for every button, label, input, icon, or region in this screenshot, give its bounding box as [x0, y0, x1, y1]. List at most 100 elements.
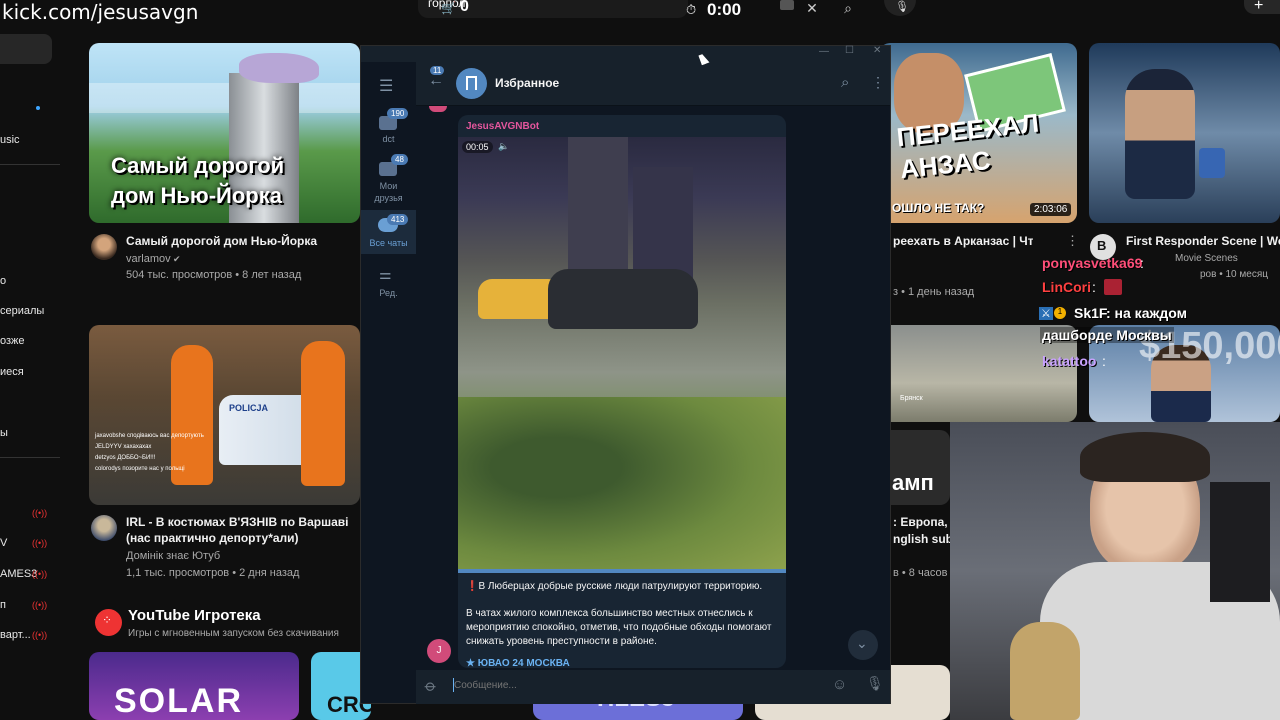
close-icon[interactable]: ✕ [800, 0, 824, 16]
video-title[interactable]: Самый дорогой дом Нью-Йорка [126, 233, 360, 249]
mic-button[interactable]: 🎙 [884, 0, 916, 16]
message-composer: ⌀ ☺ 🎙 [416, 670, 890, 704]
voice-mic-icon[interactable]: 🎙 [866, 675, 884, 692]
chat-header: ← 11 Избранное ⌕ ⋮ [416, 62, 890, 106]
unread-badge: 413 [387, 214, 409, 225]
sidebar-divider [0, 457, 60, 458]
thumbnail-chat-line: JELDYYV хахахахах [95, 444, 152, 450]
sidebar-channel-v[interactable]: V [0, 537, 7, 549]
video-meta: в • 8 часов [893, 567, 948, 579]
thumbnail-text: Самый дорогой дом Нью-Йорка [111, 153, 285, 208]
create-button[interactable]: + [1244, 0, 1280, 14]
mic-icon: 🎙 [895, 1, 909, 13]
channel-avatar[interactable] [91, 234, 117, 260]
mute-icon[interactable]: 🔈 [498, 141, 509, 152]
emoji-icon[interactable]: ☺ [832, 676, 847, 693]
chat-message: : [1102, 353, 1106, 369]
sidebar-selected[interactable] [0, 34, 52, 64]
chat-username: LinCori [1042, 279, 1091, 295]
minimize-icon[interactable]: — [819, 46, 829, 57]
live-icon: ((•)) [32, 600, 48, 610]
channel-avatar-letter: B [1097, 238, 1107, 253]
sidebar-item-later[interactable]: озже [0, 335, 25, 347]
video-duration: 2:03:06 [1030, 203, 1072, 216]
search-icon[interactable]: ⌕ [841, 74, 849, 91]
cart-icon: 🛒 [441, 1, 456, 15]
channel-name[interactable]: varlamov [126, 251, 171, 267]
back-unread-badge: 11 [430, 66, 445, 75]
video-title[interactable]: First Responder Scene | Wor [1126, 233, 1280, 249]
message-sender[interactable]: JesusAVGNBot [466, 121, 539, 132]
chat-username: ponyasvetka69 [1042, 255, 1143, 271]
stream-overlay-pill: горпол 🛒 0 [418, 0, 688, 18]
sidebar-item-liked[interactable]: иеся [0, 366, 24, 378]
unread-badge: 48 [391, 154, 408, 165]
channel-avatar[interactable] [91, 515, 117, 541]
sender-avatar [429, 106, 447, 112]
video-thumbnail[interactable]: ПЕРЕЕХАЛ АНЗАС ОШЛО НЕ ТАК? 2:03:06 [880, 43, 1077, 223]
stream-timer: 0:00 [707, 0, 742, 19]
message-bubble[interactable]: JesusAVGNBot 00:05 🔈 ❗️В Люберцах добрые… [458, 115, 786, 668]
video-progress[interactable] [458, 569, 786, 573]
menu-icon[interactable]: ☰ [379, 76, 393, 96]
sidebar-item-music[interactable]: usic [0, 134, 20, 146]
video-thumbnail[interactable]: POLICJA jaxavobshe сподіваюсь вас депорт… [89, 325, 360, 505]
window-titlebar[interactable]: — ☐ ✕ [361, 45, 890, 62]
folder-all-chats[interactable]: 413 Все чаты [361, 210, 416, 254]
channel-name[interactable]: Домінік знає Ютуб [126, 548, 220, 564]
message-line: ❗️В Люберцах добрые русские люди патрули… [466, 581, 763, 592]
folder-friends[interactable]: 48 Мои друзья [361, 154, 416, 208]
chat-title[interactable]: Избранное [495, 76, 559, 90]
video-grass [458, 397, 786, 573]
video-thumbnail[interactable] [1089, 43, 1280, 223]
message-input[interactable] [454, 675, 784, 695]
search-icon[interactable]: ⌕ [836, 0, 860, 16]
video-thumbnail[interactable]: Самый дорогой дом Нью-Йорка [89, 43, 360, 223]
stream-chat: ponyasvetka69 : LinCori : ⚔ 1 Sk1F : на … [1039, 255, 1280, 375]
game-tile-title: SOLAR [114, 682, 243, 720]
video-title[interactable]: реехать в Арканзас | Что [893, 233, 1033, 249]
chat-emote [1104, 279, 1122, 295]
telegram-window: — ☐ ✕ ☰ 190 dct 48 Мои друзья 413 Все ча… [360, 45, 891, 704]
maximize-icon[interactable]: ☐ [845, 45, 854, 56]
video-meta: 1,1 тыс. просмотров • 2 дня назад [126, 567, 300, 579]
more-icon[interactable]: ⋮ [871, 74, 885, 91]
video-title[interactable]: : Европа, [893, 514, 948, 530]
sidebar-item-5[interactable]: ы [0, 427, 8, 439]
folder-edit[interactable]: ⚌ Ред. [361, 266, 416, 306]
video-title-line2[interactable]: nglish subt [893, 531, 957, 547]
thumbnail-text: амп [892, 470, 934, 495]
stream-url: kick.com/jesusavgn [2, 0, 199, 24]
folder-label: dct [382, 134, 395, 144]
sender-avatar[interactable]: J [427, 639, 451, 663]
shelf-title: YouTube Игротека [128, 607, 261, 624]
playables-icon: ⁘ [95, 609, 122, 636]
message-footer[interactable]: ★ ЮВАО 24 МОСКВА [466, 658, 570, 668]
chevron-down-icon: ⌄ [856, 635, 868, 651]
window-icon [780, 0, 794, 10]
message-footer-link[interactable]: ЮВАО 24 МОСКВА [478, 658, 570, 668]
live-icon: ((•)) [32, 569, 48, 579]
sidebar-item-1[interactable]: о [0, 275, 6, 287]
folder-dct[interactable]: 190 dct [361, 108, 416, 162]
more-icon[interactable]: ⋮ [1066, 233, 1079, 249]
close-window-icon[interactable]: ✕ [873, 45, 881, 56]
sidebar-channel-vart[interactable]: варт... [0, 629, 31, 641]
verified-icon: ✔ [173, 254, 181, 264]
chat-message: : [1092, 279, 1096, 295]
webcam-feed [950, 422, 1280, 720]
scroll-down-button[interactable]: ⌄ [848, 630, 878, 660]
chat-username: katattoo [1042, 353, 1097, 369]
game-tile[interactable]: SOLAR [89, 652, 299, 720]
thumbnail-person [301, 341, 345, 486]
saved-messages-avatar[interactable] [456, 68, 487, 99]
attach-icon[interactable]: ⌀ [420, 676, 441, 697]
sidebar-item-series[interactable]: сериалы [0, 305, 44, 317]
sidebar-channel-p[interactable]: п [0, 599, 6, 611]
thumbnail-chat-line: detzyos ДОББО~БИ!!! [95, 455, 156, 461]
video-title[interactable]: IRL - В костюмах В'ЯЗНІВ по Варшаві (нас… [126, 514, 360, 546]
folder-rail: ☰ 190 dct 48 Мои друзья 413 Все чаты ⚌ Р… [361, 62, 416, 703]
plus-icon: + [1254, 0, 1264, 14]
chat-badge-icon: 1 [1054, 307, 1066, 319]
message-video[interactable]: 00:05 🔈 [458, 137, 786, 573]
